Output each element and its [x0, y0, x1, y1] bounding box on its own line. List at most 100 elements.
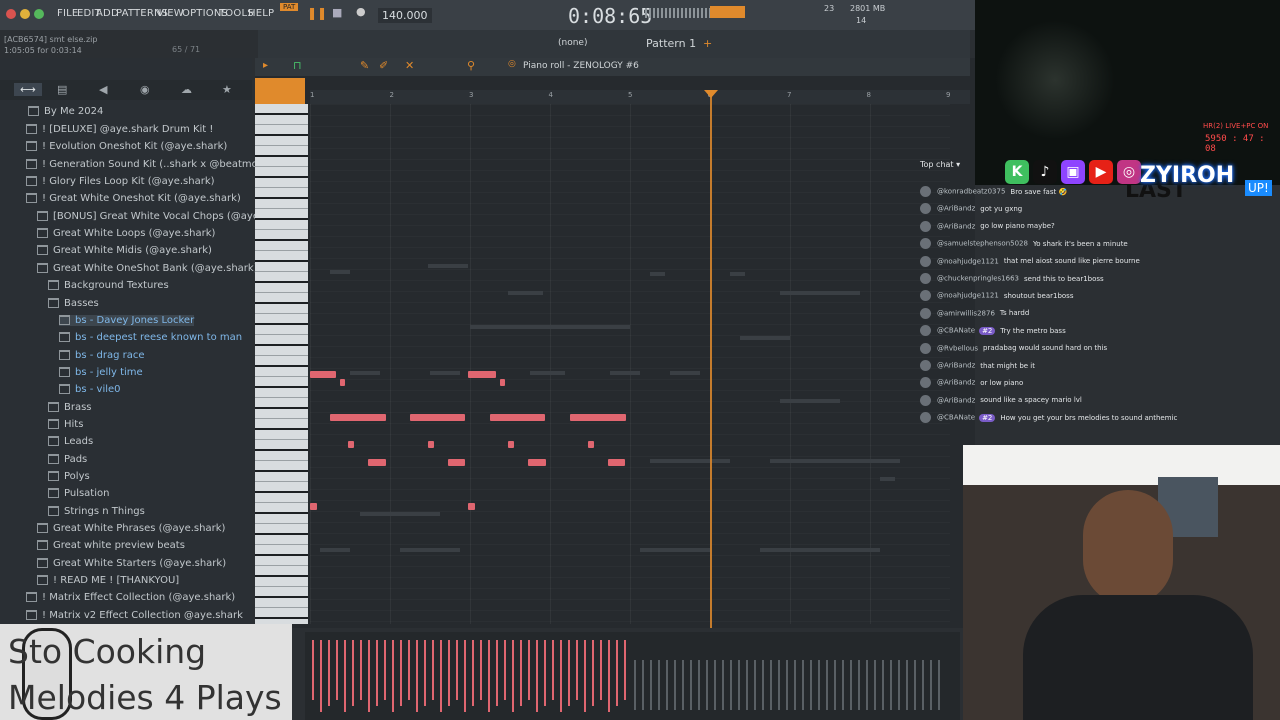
- midi-note[interactable]: [428, 441, 434, 448]
- velocity-bar[interactable]: [376, 640, 378, 706]
- master-volume-slider[interactable]: [710, 6, 745, 18]
- velocity-bar[interactable]: [424, 640, 426, 706]
- velocity-bar[interactable]: [312, 640, 314, 700]
- speaker-icon[interactable]: ◀: [99, 83, 107, 96]
- velocity-bar[interactable]: [528, 640, 530, 700]
- browser-item[interactable]: Strings n Things: [48, 505, 145, 517]
- velocity-bar[interactable]: [432, 640, 434, 700]
- browser-item[interactable]: Pulsation: [48, 488, 109, 499]
- midi-note[interactable]: [468, 503, 475, 510]
- browser-item[interactable]: bs - deepest reese known to man: [59, 332, 242, 343]
- velocity-bar[interactable]: [472, 640, 474, 706]
- cloud-icon[interactable]: ☁: [181, 83, 192, 96]
- browser-item[interactable]: ! READ ME ! [THANKYOU]: [37, 575, 179, 586]
- menu-view[interactable]: VIEW: [157, 8, 184, 19]
- velocity-bar[interactable]: [600, 640, 602, 700]
- browser-item[interactable]: Leads: [48, 436, 93, 447]
- velocity-bar[interactable]: [448, 640, 450, 706]
- plugin-icon[interactable]: ◉: [140, 83, 150, 96]
- velocity-bar[interactable]: [352, 640, 354, 706]
- velocity-bar[interactable]: [544, 640, 546, 706]
- magnet-icon[interactable]: ⊓: [293, 59, 302, 72]
- velocity-bar[interactable]: [520, 640, 522, 706]
- browser-root[interactable]: By Me 2024: [28, 106, 103, 117]
- velocity-bar[interactable]: [592, 640, 594, 706]
- midi-note[interactable]: [588, 441, 594, 448]
- velocity-bar[interactable]: [320, 640, 322, 712]
- velocity-bar[interactable]: [576, 640, 578, 700]
- browser-item[interactable]: Pads: [48, 453, 87, 465]
- close-window-dot[interactable]: [6, 9, 16, 19]
- browser-item[interactable]: Great White Midis (@aye.shark): [37, 245, 212, 256]
- velocity-bar[interactable]: [408, 640, 410, 700]
- menu-help[interactable]: HELP: [248, 8, 274, 19]
- add-pattern-icon[interactable]: +: [703, 37, 712, 50]
- pattern-selector[interactable]: Pattern 1: [646, 37, 696, 50]
- chat-header[interactable]: Top chat ▾: [920, 160, 960, 169]
- note-grid[interactable]: [310, 104, 950, 624]
- velocity-bar[interactable]: [344, 640, 346, 712]
- velocity-bar[interactable]: [480, 640, 482, 700]
- velocity-bar[interactable]: [560, 640, 562, 712]
- velocity-bar[interactable]: [360, 640, 362, 700]
- velocity-bar[interactable]: [504, 640, 506, 700]
- velocity-bar[interactable]: [552, 640, 554, 700]
- velocity-bar[interactable]: [464, 640, 466, 712]
- minimize-window-dot[interactable]: [20, 9, 30, 19]
- delete-icon[interactable]: ✕: [405, 59, 414, 72]
- velocity-bar[interactable]: [584, 640, 586, 712]
- velocity-bar[interactable]: [456, 640, 458, 700]
- star-icon[interactable]: ★: [222, 83, 232, 96]
- menu-file[interactable]: FILE: [57, 8, 78, 19]
- velocity-bar[interactable]: [400, 640, 402, 706]
- target-icon[interactable]: ◎: [508, 59, 516, 69]
- midi-note[interactable]: [500, 379, 505, 386]
- browser-item[interactable]: Great white preview beats: [37, 540, 185, 551]
- velocity-bar[interactable]: [328, 640, 330, 706]
- playhead-marker[interactable]: [704, 90, 718, 98]
- browser-item[interactable]: ! Glory Files Loop Kit (@aye.shark): [26, 176, 215, 187]
- tempo-display[interactable]: 140.000: [378, 8, 432, 23]
- midi-note[interactable]: [348, 441, 354, 448]
- pattern-song-toggle[interactable]: PAT: [280, 3, 299, 11]
- browser-item[interactable]: ! Matrix v2 Effect Collection @aye.shark: [26, 609, 243, 621]
- midi-note[interactable]: [448, 459, 465, 466]
- record-icon[interactable]: ●: [356, 5, 366, 18]
- browser-tab-all[interactable]: ⟷: [14, 83, 42, 96]
- velocity-bar[interactable]: [416, 640, 418, 712]
- browser-item[interactable]: Basses: [48, 297, 99, 309]
- midi-note[interactable]: [528, 459, 546, 466]
- velocity-bar[interactable]: [368, 640, 370, 712]
- browser-item[interactable]: Hits: [48, 418, 83, 430]
- browser-item[interactable]: Great White Starters (@aye.shark): [37, 557, 226, 569]
- browser-item[interactable]: ! Evolution Oneshot Kit (@aye.shark): [26, 141, 227, 152]
- browser-item[interactable]: Great White OneShot Bank (@aye.shark): [37, 262, 258, 274]
- brush-icon[interactable]: ✐: [379, 59, 388, 72]
- browser-item[interactable]: ! Great White Oneshot Kit (@aye.shark): [26, 193, 241, 204]
- velocity-bar[interactable]: [616, 640, 618, 706]
- channel-selector[interactable]: (none): [558, 38, 587, 48]
- browser-item[interactable]: Brass: [48, 401, 92, 413]
- midi-note[interactable]: [468, 371, 496, 378]
- browser-item[interactable]: Great White Phrases (@aye.shark): [37, 523, 225, 534]
- browser-tab-files-icon[interactable]: ▤: [57, 83, 67, 96]
- browser-item[interactable]: bs - Davey Jones Locker: [59, 314, 195, 326]
- midi-note[interactable]: [310, 503, 317, 510]
- browser-item[interactable]: bs - vile0: [59, 384, 121, 395]
- piano-keyboard[interactable]: [255, 104, 308, 624]
- browser-item[interactable]: Background Textures: [48, 280, 169, 291]
- velocity-bar[interactable]: [496, 640, 498, 706]
- velocity-bar[interactable]: [384, 640, 386, 700]
- midi-note[interactable]: [330, 414, 386, 421]
- browser-item[interactable]: Great White Loops (@aye.shark): [37, 228, 215, 239]
- pencil-icon[interactable]: ✎: [360, 59, 369, 72]
- maximize-window-dot[interactable]: [34, 9, 44, 19]
- play-icon[interactable]: ❚❚: [307, 6, 327, 20]
- playhead[interactable]: [710, 90, 712, 628]
- velocity-bar[interactable]: [624, 640, 626, 700]
- midi-note[interactable]: [508, 441, 514, 448]
- velocity-bar[interactable]: [392, 640, 394, 712]
- midi-note[interactable]: [368, 459, 386, 466]
- velocity-lane[interactable]: [305, 632, 960, 720]
- velocity-bar[interactable]: [536, 640, 538, 712]
